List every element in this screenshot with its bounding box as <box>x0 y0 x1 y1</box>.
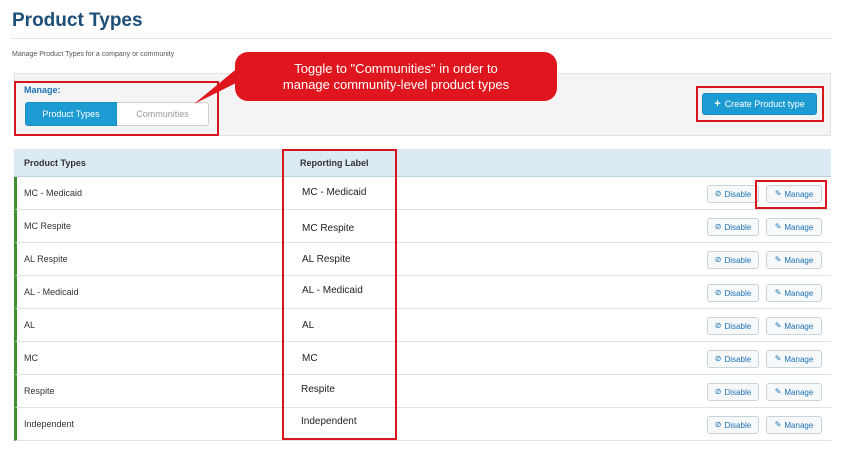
disable-button-label: Disable <box>724 321 752 331</box>
manage-button[interactable]: ✎ Manage <box>766 251 822 269</box>
edit-icon: ✎ <box>774 222 782 231</box>
manage-button-highlight-box <box>755 180 827 209</box>
create-highlight-box <box>696 86 824 122</box>
product-types-table: MC - Medicaid MC - Medicaid ⊘ Disable ✎ Ma… <box>14 177 831 441</box>
ban-icon: ⊘ <box>714 321 722 330</box>
annotation-callout: Toggle to "Communities" in order to mana… <box>235 52 557 101</box>
page-subtitle: Manage Product Types for a company or co… <box>12 51 175 58</box>
column-header-product-types: Product Types <box>24 158 86 168</box>
table-row: AL AL ⊘ Disable ✎ Manage <box>14 309 831 342</box>
ban-icon: ⊘ <box>714 222 722 231</box>
table-row: MC - Medicaid MC - Medicaid ⊘ Disable ✎ Ma… <box>14 177 831 210</box>
page-title: Product Types <box>12 10 143 31</box>
manage-button-label: Manage <box>784 255 814 265</box>
ban-icon: ⊘ <box>714 255 722 264</box>
manage-button[interactable]: ✎ Manage <box>766 317 822 335</box>
edit-icon: ✎ <box>774 420 782 429</box>
product-type-cell: MC Respite <box>24 221 72 231</box>
manage-button[interactable]: ✎ Manage <box>766 416 822 434</box>
disable-button-label: Disable <box>724 288 752 298</box>
manage-button-label: Manage <box>784 288 814 298</box>
disable-button[interactable]: ⊘ Disable <box>707 383 759 401</box>
callout-line-1: Toggle to "Communities" in order to <box>294 61 498 76</box>
edit-icon: ✎ <box>774 354 782 363</box>
callout-line-2: manage community-level product types <box>282 77 510 92</box>
product-type-cell: AL - Medicaid <box>24 287 79 297</box>
disable-button-label: Disable <box>724 387 752 397</box>
ban-icon: ⊘ <box>714 420 722 429</box>
disable-button-label: Disable <box>724 222 752 232</box>
disable-button[interactable]: ⊘ Disable <box>707 350 759 368</box>
disable-button-label: Disable <box>724 189 752 199</box>
title-divider <box>12 38 831 39</box>
manage-button[interactable]: ✎ Manage <box>766 284 822 302</box>
table-row: Independent Independent ⊘ Disable ✎ Manage <box>14 408 831 441</box>
disable-button[interactable]: ⊘ Disable <box>707 416 759 434</box>
edit-icon: ✎ <box>774 321 782 330</box>
product-type-cell: AL Respite <box>24 254 68 264</box>
table-header: Product Types Reporting Label <box>14 149 831 177</box>
edit-icon: ✎ <box>774 255 782 264</box>
table-row: Respite Respite ⊘ Disable ✎ Manage <box>14 375 831 408</box>
product-type-cell: MC - Medicaid <box>24 188 83 198</box>
manage-button-label: Manage <box>784 420 814 430</box>
table-row: MC MC ⊘ Disable ✎ Manage <box>14 342 831 375</box>
edit-icon: ✎ <box>774 387 782 396</box>
product-type-cell: MC <box>24 353 38 363</box>
manage-button[interactable]: ✎ Manage <box>766 218 822 236</box>
disable-button[interactable]: ⊘ Disable <box>707 251 759 269</box>
ban-icon: ⊘ <box>714 288 722 297</box>
table-row: AL Respite AL Respite ⊘ Disable ✎ Manage <box>14 243 831 276</box>
edit-icon: ✎ <box>774 288 782 297</box>
disable-button[interactable]: ⊘ Disable <box>707 185 759 203</box>
disable-button-label: Disable <box>724 354 752 364</box>
ban-icon: ⊘ <box>714 354 722 363</box>
product-type-cell: Respite <box>24 386 55 396</box>
table-row: MC Respite MC Respite ⊘ Disable ✎ Manage <box>14 210 831 243</box>
disable-button-label: Disable <box>724 255 752 265</box>
ban-icon: ⊘ <box>714 189 722 198</box>
ban-icon: ⊘ <box>714 387 722 396</box>
manage-button[interactable]: ✎ Manage <box>766 350 822 368</box>
manage-button-label: Manage <box>784 354 814 364</box>
disable-button-label: Disable <box>724 420 752 430</box>
manage-button-label: Manage <box>784 387 814 397</box>
manage-button-label: Manage <box>784 222 814 232</box>
manage-button[interactable]: ✎ Manage <box>766 383 822 401</box>
product-type-cell: AL <box>24 320 36 330</box>
product-type-cell: Independent <box>24 419 75 429</box>
manage-highlight-box <box>14 81 219 136</box>
manage-button-label: Manage <box>784 321 814 331</box>
disable-button[interactable]: ⊘ Disable <box>707 317 759 335</box>
disable-button[interactable]: ⊘ Disable <box>707 284 759 302</box>
table-row: AL - Medicaid AL - Medicaid ⊘ Disable ✎ Ma… <box>14 276 831 309</box>
reporting-label-highlight-box <box>282 149 397 440</box>
disable-button[interactable]: ⊘ Disable <box>707 218 759 236</box>
